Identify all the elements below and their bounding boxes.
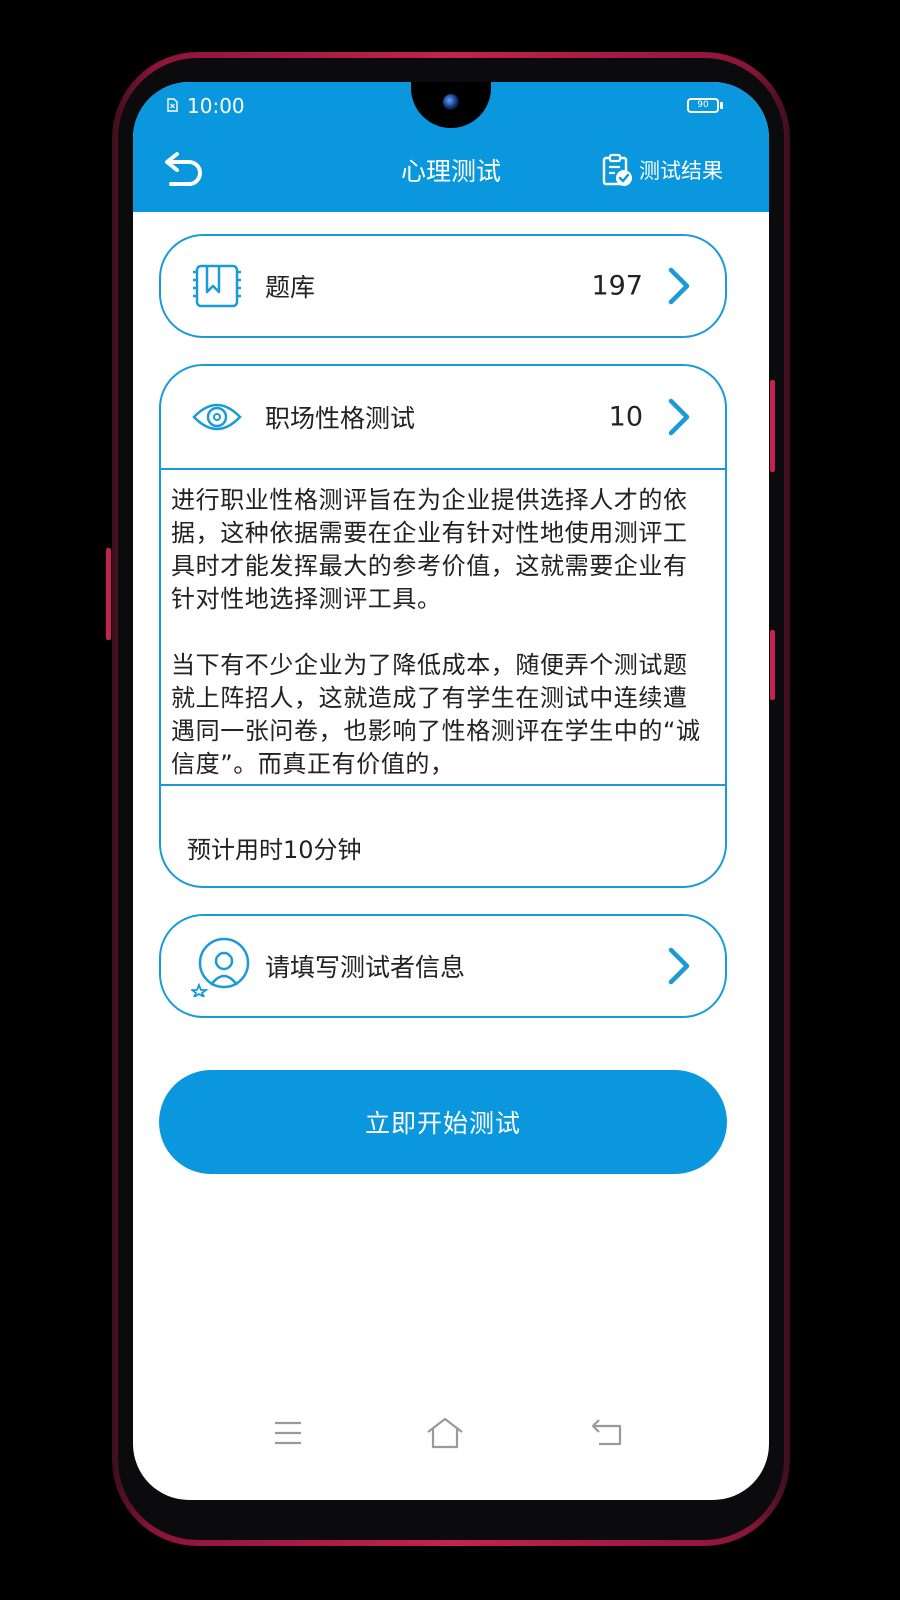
workplace-test-count: 10 (608, 401, 643, 433)
battery-icon: 90 (687, 98, 719, 113)
app-header: 10:00 90 心理测试 测试结果 (133, 82, 769, 212)
system-nav-bar (133, 1410, 769, 1460)
divider (161, 468, 725, 470)
user-profile-icon (191, 937, 250, 997)
divider (161, 784, 725, 786)
workplace-test-card: 职场性格测试 10 进行职业性格测评旨在为企业提供选择人才的依据，这种依据需要在… (159, 364, 727, 888)
question-bank-icon (193, 264, 241, 308)
home-icon[interactable] (425, 1416, 465, 1450)
menu-icon[interactable] (273, 1420, 303, 1446)
power-button (770, 380, 775, 472)
workplace-test-label: 职场性格测试 (265, 404, 416, 433)
clipboard-check-icon (602, 153, 632, 186)
chevron-right-icon (668, 947, 690, 985)
description-paragraph: 当下有不少企业为了降低成本，随便弄个测试题就上阵招人，这就造成了有学生在测试中连… (171, 651, 701, 778)
camera-icon (443, 94, 459, 110)
question-bank-row[interactable]: 题库 197 (159, 234, 727, 338)
tester-info-label: 请填写测试者信息 (265, 953, 466, 982)
status-time: 10:00 (187, 94, 245, 118)
side-button (770, 630, 775, 700)
tester-info-row[interactable]: 请填写测试者信息 (159, 914, 727, 1018)
nav-back-icon[interactable] (591, 1418, 623, 1446)
test-description[interactable]: 进行职业性格测评旨在为企业提供选择人才的依据，这种依据需要在企业有针对性地使用测… (171, 484, 705, 784)
start-test-button[interactable]: 立即开始测试 (159, 1070, 727, 1174)
workplace-test-row[interactable]: 职场性格测试 10 (161, 366, 725, 468)
test-results-label: 测试结果 (639, 159, 723, 183)
volume-button (106, 548, 111, 640)
camera-notch (411, 82, 491, 128)
chevron-right-icon (668, 267, 690, 305)
estimated-duration: 预计用时10分钟 (187, 836, 362, 864)
test-results-button[interactable]: 测试结果 (601, 152, 723, 188)
question-bank-count: 197 (591, 270, 643, 302)
description-paragraph: 进行职业性格测评旨在为企业提供选择人才的依据，这种依据需要在企业有针对性地使用测… (171, 486, 688, 613)
sim-icon (167, 98, 178, 112)
chevron-right-icon (668, 398, 690, 436)
eye-icon (192, 403, 242, 431)
question-bank-label: 题库 (265, 273, 316, 302)
app-screen: 10:00 90 心理测试 测试结果 题库 197 职场性格测试 10 进行职业… (133, 82, 769, 1500)
